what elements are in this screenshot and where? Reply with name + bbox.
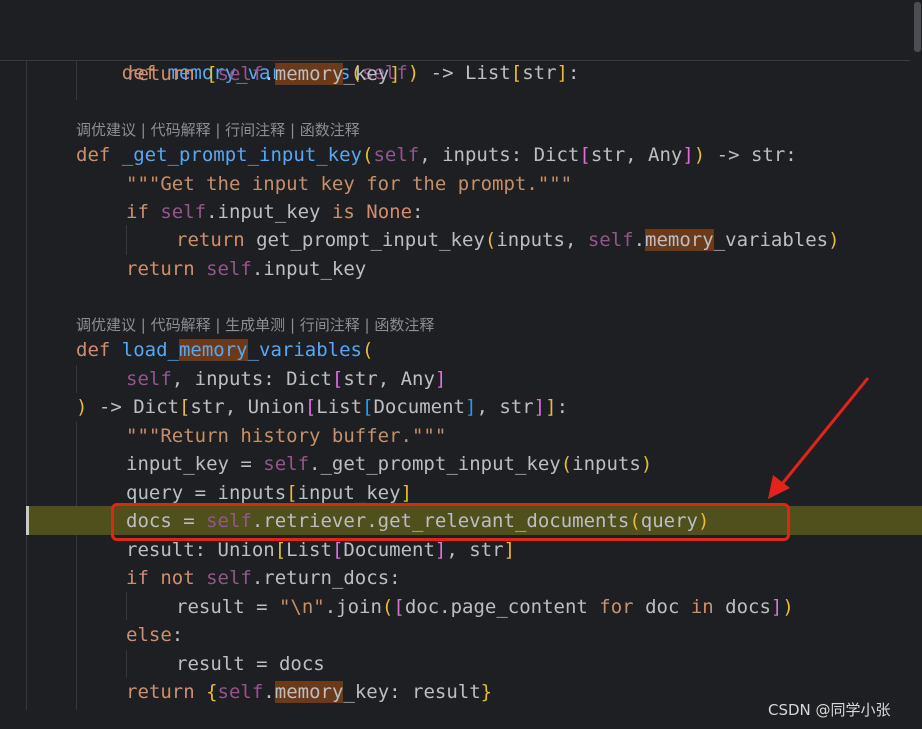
- watermark: CSDN @同学小张: [768, 701, 891, 719]
- code-editor[interactable]: class VectorStoreRetrieverMemory(BaseMem…: [0, 0, 922, 729]
- scrollbar-thumb[interactable]: [914, 2, 921, 52]
- red-arrow-annotation: [768, 377, 870, 499]
